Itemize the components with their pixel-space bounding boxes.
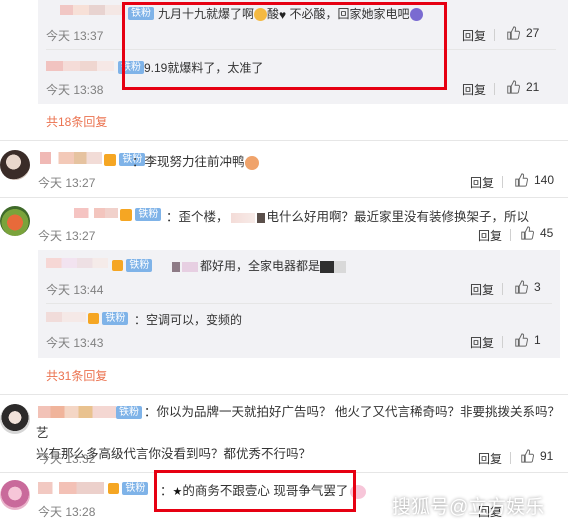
fan-badge: 铁粉 <box>108 481 149 496</box>
thumbs-up-icon <box>515 173 528 187</box>
reply-button[interactable]: 回复 <box>470 174 494 191</box>
like-button[interactable]: 91 <box>520 449 553 463</box>
comment-text: ：李现努力往前冲鸭 <box>132 151 259 170</box>
avatar[interactable] <box>0 150 30 180</box>
highlight-box <box>122 2 447 90</box>
reply-text: ：空调可以，变频的 <box>134 313 243 327</box>
vip-crown-icon <box>88 313 99 325</box>
like-count: 3 <box>534 280 541 294</box>
watermark: 搜狐号@立方娱乐 <box>392 497 545 518</box>
comment-time: 今天 13:27 <box>38 229 96 243</box>
vip-crown-icon <box>108 483 119 495</box>
fan-badge: 铁粉 <box>88 311 129 326</box>
reply-time: 今天 13:43 <box>46 336 104 350</box>
thumbs-up-icon <box>521 226 534 240</box>
divider <box>0 394 568 395</box>
divider <box>0 197 568 198</box>
divider <box>502 176 503 188</box>
highlight-box <box>154 470 356 512</box>
thumbs-up-icon <box>507 80 520 94</box>
more-replies-link[interactable]: 共31条回复 <box>46 367 107 384</box>
reply-button[interactable]: 回复 <box>462 81 486 98</box>
like-count: 27 <box>526 26 540 40</box>
avatar[interactable] <box>0 480 30 510</box>
blurred-username <box>40 152 102 164</box>
duck-emoji-icon <box>244 155 259 170</box>
blurred-username <box>46 61 114 71</box>
like-count: 21 <box>526 80 540 94</box>
avatar[interactable] <box>0 404 30 434</box>
blurred-word <box>230 212 255 223</box>
thumbs-up-icon <box>515 333 528 347</box>
like-button[interactable]: 1 <box>514 333 541 347</box>
reply-button[interactable]: 回复 <box>470 281 494 298</box>
blurred-username <box>46 258 108 268</box>
blurred-word <box>172 261 180 272</box>
like-count: 140 <box>534 173 555 187</box>
vip-crown-icon <box>112 260 123 272</box>
like-button[interactable]: 27 <box>506 26 539 40</box>
divider <box>510 229 511 241</box>
divider <box>0 140 568 141</box>
blurred-word <box>256 212 265 223</box>
thumbs-up-icon <box>515 280 528 294</box>
comment-time: 今天 13:28 <box>38 505 96 519</box>
thumbs-up-icon <box>521 449 534 463</box>
comment-time: 今天 13:32 <box>38 452 96 466</box>
blurred-word <box>182 261 198 272</box>
divider <box>46 303 552 304</box>
blurred-username <box>46 312 86 322</box>
reply-button[interactable]: 回复 <box>470 334 494 351</box>
like-button[interactable]: 45 <box>520 226 553 240</box>
blurred-word <box>320 260 335 273</box>
divider <box>502 336 503 348</box>
like-count: 91 <box>540 449 554 463</box>
blurred-username <box>38 482 104 494</box>
comment-text: ：歪个楼， 电什么好用啊？最近家里没有装修换架子，所以 <box>166 210 530 224</box>
reply-button[interactable]: 回复 <box>478 450 502 467</box>
reply-time: 今天 13:38 <box>46 83 104 97</box>
like-count: 45 <box>540 226 554 240</box>
like-count: 1 <box>534 333 541 347</box>
reply-button[interactable]: 回复 <box>478 227 502 244</box>
reply-text: 都好用，全家电器都是 <box>172 257 347 274</box>
vip-crown-icon <box>120 208 132 221</box>
divider <box>502 283 503 295</box>
reply-time: 今天 13:37 <box>46 29 104 43</box>
like-button[interactable]: 3 <box>514 280 541 294</box>
reply-time: 今天 13:44 <box>46 283 104 297</box>
divider <box>494 83 495 95</box>
like-button[interactable]: 140 <box>514 173 554 187</box>
divider <box>494 29 495 41</box>
comment-time: 今天 13:27 <box>38 176 96 190</box>
blurred-word <box>334 260 347 273</box>
fan-badge: 铁粉 <box>120 207 162 222</box>
fan-badge: 铁粉 <box>112 258 153 273</box>
blurred-username <box>74 208 118 218</box>
blurred-username <box>60 5 124 15</box>
divider <box>510 452 511 464</box>
thumbs-up-icon <box>507 26 520 40</box>
vip-crown-icon <box>104 153 116 166</box>
reply-button[interactable]: 回复 <box>462 27 486 44</box>
like-button[interactable]: 21 <box>506 80 539 94</box>
avatar[interactable] <box>0 206 30 236</box>
more-replies-link[interactable]: 共18条回复 <box>46 113 107 130</box>
